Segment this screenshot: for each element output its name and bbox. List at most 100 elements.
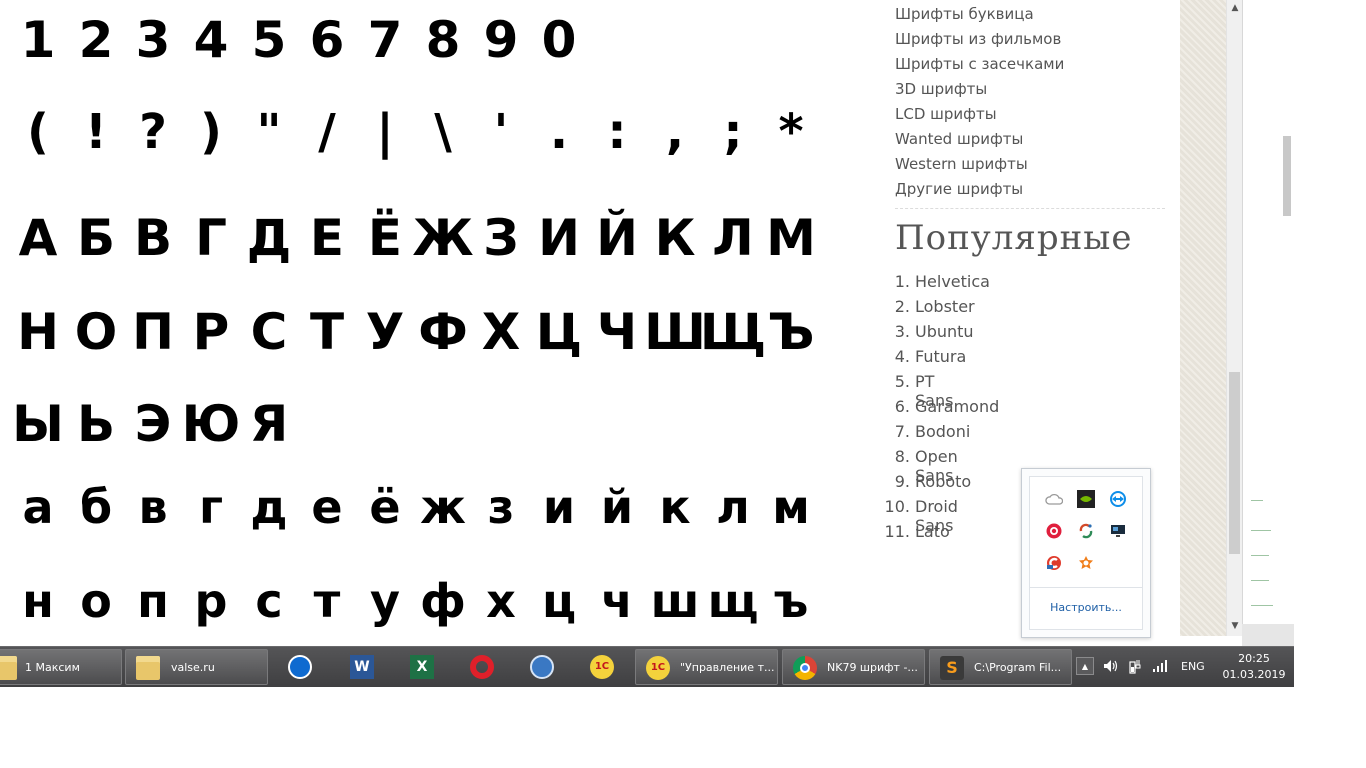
- category-link[interactable]: Шрифты из фильмов: [895, 27, 1064, 52]
- taskbar-button-mail[interactable]: [513, 649, 571, 685]
- glyph-lower-row2: ц: [541, 574, 577, 628]
- glyph-upper-row1: Г: [195, 209, 227, 267]
- popular-item-link[interactable]: Garamond: [915, 397, 999, 416]
- taskbar-button-1c-window[interactable]: 1С "Управление т...: [635, 649, 778, 685]
- glyph-lower-row2: ч: [601, 574, 633, 628]
- overflow-divider: [1030, 587, 1142, 588]
- glyph-digits: 7: [367, 11, 403, 69]
- category-link[interactable]: Wanted шрифты: [895, 127, 1064, 152]
- sublime-icon: S: [940, 656, 964, 680]
- show-hidden-icons-button[interactable]: ▲: [1076, 657, 1094, 675]
- glyph-upper-row1: А: [18, 209, 58, 267]
- glyph-lower-row1: ж: [420, 480, 466, 534]
- glyph-upper-row1: Б: [76, 209, 116, 267]
- glyph-upper-row2: Ч: [596, 303, 638, 361]
- taskbar-button-excel[interactable]: X: [393, 649, 451, 685]
- category-link[interactable]: Шрифты буквица: [895, 2, 1064, 27]
- word-icon: W: [350, 655, 374, 679]
- overflow-icons: [1030, 477, 1142, 587]
- popular-item-link[interactable]: Roboto: [915, 472, 971, 491]
- glyph-lower-row2: ф: [420, 574, 466, 628]
- glyph-upper-row1: З: [483, 209, 519, 267]
- glyph-digits: 2: [78, 11, 114, 69]
- taskbar-button-label: valse.ru: [171, 661, 215, 674]
- scroll-down-arrow-icon[interactable]: ▼: [1227, 618, 1243, 634]
- taskbar-button-word[interactable]: W: [333, 649, 391, 685]
- category-link[interactable]: Другие шрифты: [895, 177, 1064, 202]
- folder-icon: [0, 656, 17, 680]
- language-indicator[interactable]: ENG: [1181, 647, 1205, 687]
- glyph-upper-row1: К: [654, 209, 696, 267]
- glyph-digits: 0: [541, 11, 577, 69]
- nvidia-icon[interactable]: [1077, 490, 1095, 508]
- popular-item-number: 4.: [894, 347, 910, 366]
- taskbar: 1 Максим valse.ru W X 1С 1С "Управление …: [0, 646, 1294, 687]
- volume-icon[interactable]: [1103, 659, 1119, 677]
- category-link[interactable]: 3D шрифты: [895, 77, 1064, 102]
- taskbar-button-teamviewer[interactable]: [271, 649, 329, 685]
- glyph-lower-row1: в: [138, 480, 168, 534]
- popular-item-link[interactable]: Helvetica: [915, 272, 990, 291]
- glyph-symbols: ': [493, 104, 509, 160]
- glyph-upper-row1: Ж: [412, 209, 474, 267]
- onedrive-icon[interactable]: [1045, 490, 1063, 508]
- glyph-lower-row1: г: [198, 480, 224, 534]
- teamviewer-icon: [288, 655, 312, 679]
- taskbar-button-sublime[interactable]: S C:\Program Fil...: [929, 649, 1072, 685]
- popular-item-number: 10.: [884, 497, 910, 516]
- popular-item-link[interactable]: Ubuntu: [915, 322, 974, 341]
- glyph-digits: 6: [309, 11, 345, 69]
- taskbar-button-opera[interactable]: [453, 649, 511, 685]
- scroll-up-arrow-icon[interactable]: ▲: [1227, 0, 1243, 16]
- onec-icon: 1С: [590, 655, 614, 679]
- glyph-lower-row1: и: [542, 480, 576, 534]
- glyph-lower-row2: у: [370, 574, 400, 628]
- taskbar-button-folder-maksim[interactable]: 1 Максим: [0, 649, 122, 685]
- glyph-upper-row2: Ш: [644, 303, 706, 361]
- glyph-upper-row2: Х: [481, 303, 521, 361]
- glyph-upper-row1: Е: [309, 209, 345, 267]
- glyph-upper-row3: Ь: [76, 395, 116, 453]
- display-icon[interactable]: [1109, 522, 1127, 540]
- ccleaner-icon[interactable]: [1045, 554, 1063, 572]
- configure-link[interactable]: Настроить...: [1030, 601, 1142, 614]
- glyph-upper-row3: Ы: [12, 395, 64, 453]
- power-icon[interactable]: [1128, 659, 1142, 679]
- strip-line: [1251, 500, 1263, 501]
- popular-heading: Популярные: [895, 218, 1133, 258]
- glyph-upper-row2: Ц: [535, 303, 583, 361]
- taskbar-button-folder-valse[interactable]: valse.ru: [125, 649, 268, 685]
- category-link[interactable]: Шрифты с засечками: [895, 52, 1064, 77]
- category-list: Шрифты буквица Шрифты из фильмов Шрифты …: [895, 2, 1064, 202]
- background-window-scroll-thumb: [1283, 136, 1291, 216]
- taskbar-button-1c[interactable]: 1С: [573, 649, 631, 685]
- glyph-upper-row3: Ю: [181, 395, 241, 453]
- avast-icon[interactable]: [1077, 554, 1095, 572]
- category-link[interactable]: LCD шрифты: [895, 102, 1064, 127]
- popular-item-link[interactable]: Futura: [915, 347, 966, 366]
- taskbar-button-chrome[interactable]: NK79 шрифт -...: [782, 649, 925, 685]
- teamviewer-icon[interactable]: [1109, 490, 1127, 508]
- glyph-lower-row1: ё: [369, 480, 401, 534]
- glyph-upper-row1: Д: [246, 209, 292, 267]
- clock[interactable]: 20:25 01.03.2019: [1212, 651, 1296, 683]
- glyph-symbols: :: [607, 104, 627, 160]
- popular-item-link[interactable]: Bodoni: [915, 422, 970, 441]
- glyph-upper-row3: Я: [249, 395, 289, 453]
- popular-item-link[interactable]: Lato: [915, 522, 950, 541]
- scroll-thumb[interactable]: [1229, 372, 1240, 554]
- background-window-footer: [1242, 624, 1294, 646]
- beats-icon[interactable]: [1045, 522, 1063, 540]
- popular-item-link[interactable]: Lobster: [915, 297, 975, 316]
- popular-item-number: 7.: [894, 422, 910, 441]
- glyph-digits: 8: [425, 11, 461, 69]
- network-signal-icon[interactable]: [1152, 659, 1168, 677]
- glyph-symbols: |: [376, 104, 394, 160]
- vertical-scrollbar[interactable]: ▲ ▼: [1226, 0, 1243, 636]
- strip-line: [1251, 555, 1269, 556]
- category-link[interactable]: Western шрифты: [895, 152, 1064, 177]
- glyph-upper-row1: Й: [596, 209, 638, 267]
- glyph-lower-row2: щ: [707, 574, 759, 628]
- background-window: [1242, 0, 1295, 624]
- sync-icon[interactable]: [1077, 522, 1095, 540]
